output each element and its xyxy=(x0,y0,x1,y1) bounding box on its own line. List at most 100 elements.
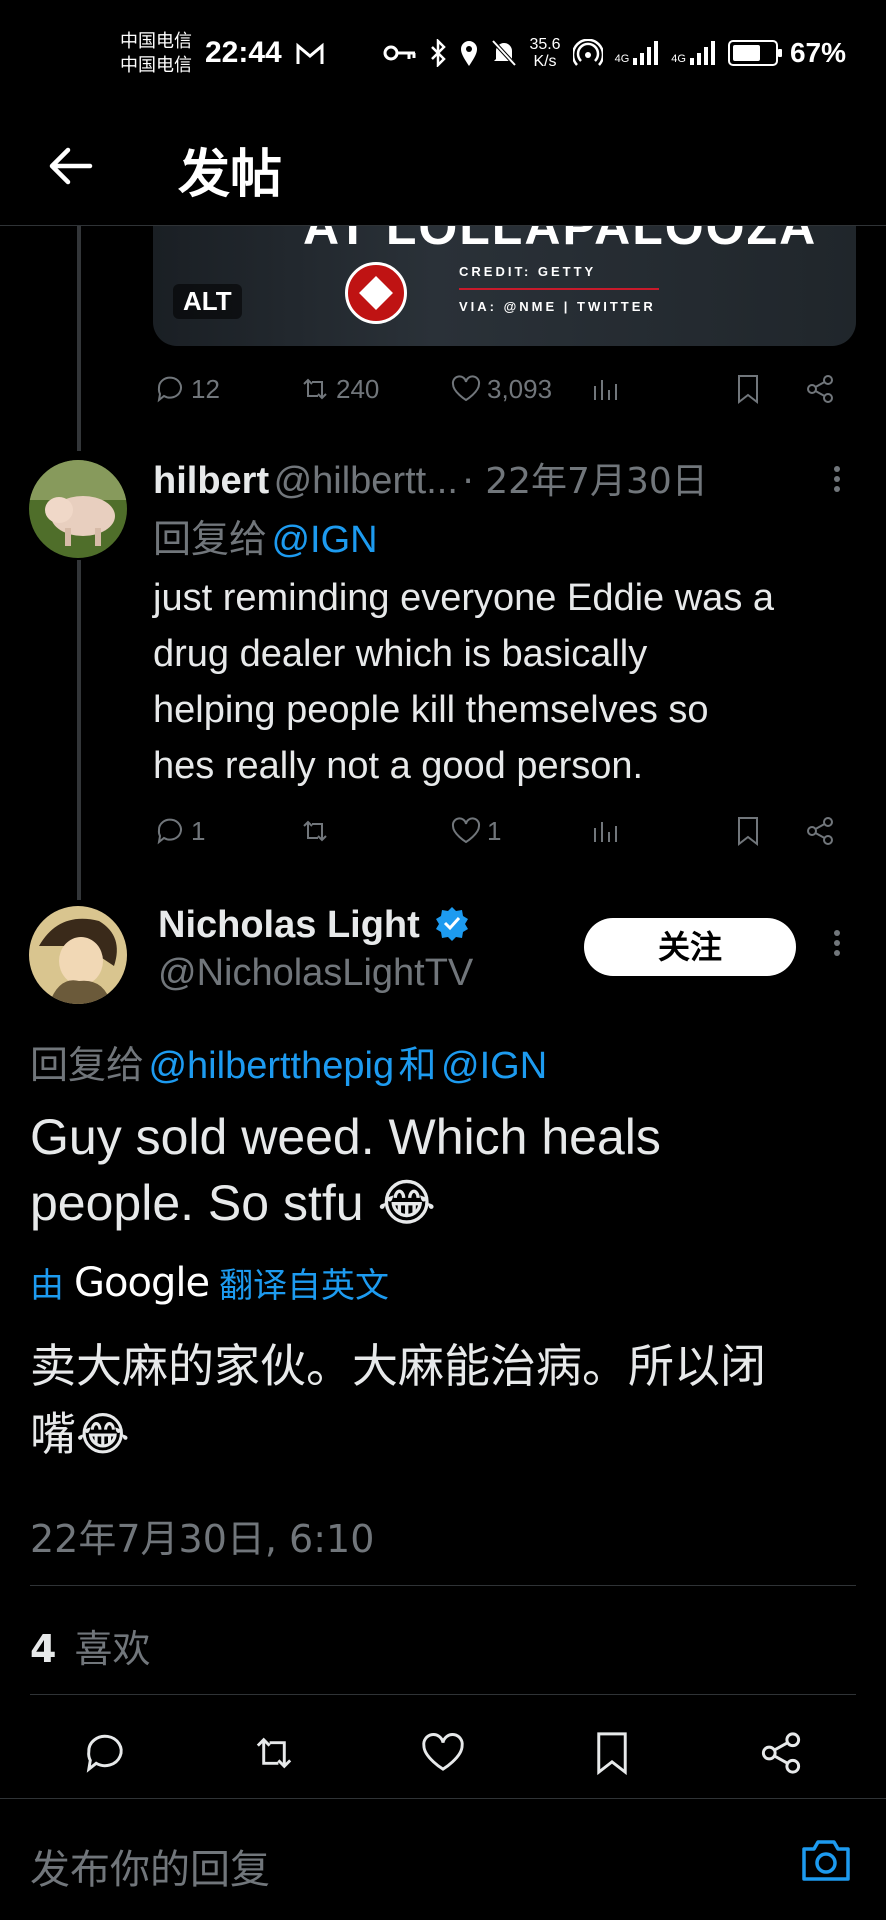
reply-to-label: 回复给 xyxy=(153,517,268,561)
views-icon xyxy=(594,380,617,400)
main-more-icon[interactable] xyxy=(832,926,842,966)
reply-icon xyxy=(157,818,182,845)
reply1-handle[interactable]: @hilbertt... xyxy=(274,460,458,502)
reply-count: 12 xyxy=(191,373,220,404)
like-count: 3,093 xyxy=(487,373,553,404)
reply-count: 1 xyxy=(191,815,206,846)
compose-bar: 发布你的回复 xyxy=(0,1798,886,1920)
like-button[interactable]: 1 xyxy=(449,814,501,848)
like-button[interactable]: 3,093 xyxy=(449,372,552,406)
retweet-icon xyxy=(303,378,327,400)
share-button[interactable] xyxy=(803,814,837,848)
reply-icon xyxy=(157,376,182,403)
author-handle[interactable]: @NicholasLightTV xyxy=(158,952,473,995)
thread-line xyxy=(77,560,81,900)
main-tweet-text: Guy sold weed. Which heals people. So st… xyxy=(30,1104,661,1236)
verified-badge-icon xyxy=(436,907,469,941)
signal-1: 4G xyxy=(615,41,660,65)
reply1-reply-to: 回复给 @IGN xyxy=(153,508,378,563)
anime-avatar-image xyxy=(29,906,127,1004)
status-bar: 中国电信 中国电信 22:44 35.6 K/s 4G 4G 67% xyxy=(0,0,886,110)
net-speed-value: 35.6 xyxy=(529,36,561,53)
reply1-text-line: helping people kill themselves so xyxy=(153,689,709,731)
avatar-nicholas-light[interactable] xyxy=(29,906,127,1004)
carrier-1: 中国电信 xyxy=(120,31,192,52)
bookmark-icon[interactable] xyxy=(587,1728,637,1778)
reply-button[interactable]: 1 xyxy=(153,814,205,848)
reply1-text-line: drug dealer which is basically xyxy=(153,633,648,675)
translation-text-line: 嘴😂 xyxy=(30,1407,130,1461)
likes-label: 喜欢 xyxy=(74,1627,151,1671)
translated-from-label[interactable]: 翻译自英文 xyxy=(219,1258,389,1307)
reply1-text-line: hes really not a good person. xyxy=(153,745,644,787)
heart-icon[interactable] xyxy=(418,1728,468,1778)
hotspot-icon xyxy=(572,39,603,66)
views-button[interactable] xyxy=(589,814,623,848)
bookmark-button[interactable] xyxy=(731,814,765,848)
ign-logo xyxy=(345,262,407,324)
reply-icon[interactable] xyxy=(80,1728,130,1778)
reply1-name[interactable]: hilbert xyxy=(153,460,269,502)
main-action-bar xyxy=(0,1728,886,1778)
author-name[interactable]: Nicholas Light xyxy=(158,904,470,947)
battery-percent: 67% xyxy=(789,37,846,68)
share-icon[interactable] xyxy=(756,1728,806,1778)
media-credit-line xyxy=(459,288,659,290)
gmail-icon xyxy=(296,42,324,64)
reply1-date: · 22年7月30日 xyxy=(462,461,708,502)
mention-hilbertthepig[interactable]: @hilbertthepig xyxy=(148,1045,394,1087)
camera-icon[interactable] xyxy=(800,1837,852,1883)
battery-level xyxy=(732,45,760,61)
tweet-media[interactable]: AT LOLLAPALOOZA ALT CREDIT: GETTY VIA: @… xyxy=(153,226,856,346)
divider xyxy=(30,1585,856,1586)
status-icons: 35.6 K/s 4G 4G 67% xyxy=(383,36,846,70)
mention-ign[interactable]: @IGN xyxy=(271,519,377,561)
reply-button[interactable]: 12 xyxy=(153,372,220,406)
reply1-action-row: 1 1 xyxy=(153,814,853,858)
share-icon xyxy=(807,375,833,403)
bookmark-icon xyxy=(738,817,758,847)
follow-button[interactable]: 关注 xyxy=(584,918,796,976)
translation-text: 卖大麻的家伙。大麻能治病。所以闭 嘴😂 xyxy=(30,1332,766,1468)
likes-count: 4 xyxy=(30,1627,57,1671)
retweet-button[interactable]: 240 xyxy=(298,372,379,406)
likes-summary[interactable]: 4 喜欢 xyxy=(30,1618,151,1673)
net-speed-unit: K/s xyxy=(533,53,557,70)
carrier-labels: 中国电信 中国电信 xyxy=(120,30,192,78)
views-button[interactable] xyxy=(589,372,623,406)
reply-input[interactable]: 发布你的回复 xyxy=(30,1837,270,1895)
bluetooth-icon xyxy=(431,39,447,67)
google-logo: Google xyxy=(74,1259,210,1306)
tweet-timestamp[interactable]: 22年7月30日, 6:10 xyxy=(30,1508,374,1563)
mention-ign[interactable]: @IGN xyxy=(441,1045,547,1087)
views-icon xyxy=(594,822,617,842)
share-icon xyxy=(807,817,833,845)
reply1-text: just reminding everyone Eddie was a drug… xyxy=(153,570,774,794)
media-credit: CREDIT: GETTY xyxy=(459,264,597,279)
share-button[interactable] xyxy=(803,372,837,406)
alt-badge[interactable]: ALT xyxy=(173,284,242,319)
heart-icon xyxy=(451,817,481,844)
top-bar: 发帖 xyxy=(0,110,886,226)
like-count: 1 xyxy=(487,815,502,846)
retweet-button[interactable] xyxy=(298,814,332,848)
translation-attribution: 由 Google 翻译自英文 xyxy=(30,1258,389,1307)
main-reply-to: 回复给 @hilbertthepig 和 @IGN xyxy=(30,1034,547,1089)
media-headline: AT LOLLAPALOOZA xyxy=(303,226,818,255)
status-time: 22:44 xyxy=(205,36,282,69)
retweet-icon[interactable] xyxy=(249,1728,299,1778)
bookmark-button[interactable] xyxy=(731,372,765,406)
reply1-text-line: just reminding everyone Eddie was a xyxy=(153,577,775,619)
reply-to-and: 和 xyxy=(398,1043,437,1087)
back-arrow-icon[interactable] xyxy=(42,138,98,194)
avatar-hilbert[interactable] xyxy=(29,460,127,558)
signal-bars-icon xyxy=(689,41,715,65)
retweet-icon xyxy=(303,820,327,842)
pig-avatar-image xyxy=(29,460,127,558)
divider xyxy=(30,1694,856,1695)
translation-text-line: 卖大麻的家伙。大麻能治病。所以闭 xyxy=(30,1339,766,1393)
media-via: VIA: @NME | TWITTER xyxy=(459,299,656,314)
bookmark-icon xyxy=(738,375,758,405)
net-speed: 35.6 K/s xyxy=(529,36,560,70)
reply1-more-icon[interactable] xyxy=(832,462,842,502)
